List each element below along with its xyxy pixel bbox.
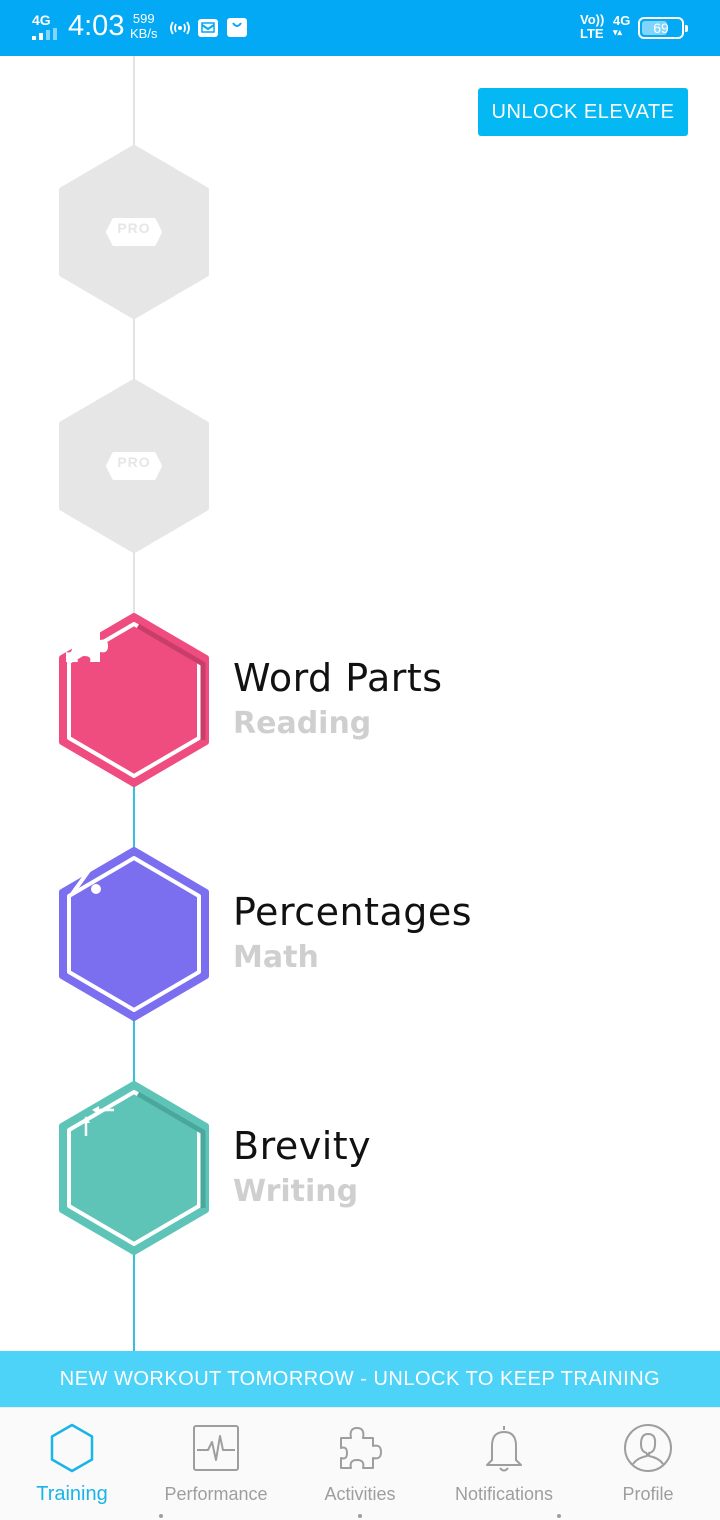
data-indicator: 4G ▾▴ [613, 14, 630, 37]
pulse-chart-icon [193, 1425, 239, 1471]
locked-activity[interactable]: PRO [56, 144, 212, 320]
activity-category: Writing [233, 1174, 359, 1209]
nav-label: Notifications [454, 1484, 554, 1504]
activity-brevity[interactable] [56, 1080, 212, 1256]
volte-indicator: Vo)) LTE [580, 13, 604, 41]
activity-title: Percentages [233, 890, 473, 934]
bell-icon [486, 1426, 522, 1472]
network-type: 4G [32, 12, 51, 28]
nav-label: Activities [324, 1484, 396, 1504]
person-icon [624, 1424, 672, 1472]
hotspot-icon [170, 21, 190, 35]
data-type: 4G [613, 13, 631, 28]
network-speed: 599 KB/s [130, 11, 157, 41]
unlock-banner[interactable]: NEW WORKOUT TOMORROW - UNLOCK TO KEEP TR… [0, 1351, 720, 1407]
signal-icon [32, 28, 57, 40]
speed-unit: KB/s [130, 26, 158, 41]
nav-dot [358, 1514, 362, 1518]
percent-icon [70, 856, 101, 896]
puzzle-icon [66, 624, 108, 662]
data-arrows-icon: ▾▴ [613, 27, 623, 37]
locked-activity[interactable]: PRO [56, 378, 212, 554]
compress-arrows-icon [58, 1084, 114, 1136]
hexagon-icon [50, 1423, 94, 1473]
activity-word-parts[interactable] [56, 612, 212, 788]
activity-category: Reading [233, 706, 372, 741]
activity-percentages[interactable] [56, 846, 212, 1022]
nav-label: Training [36, 1483, 108, 1505]
nav-label: Performance [164, 1484, 268, 1504]
speed-value: 599 [132, 11, 155, 26]
nav-notifications[interactable]: Notifications [432, 1408, 576, 1520]
status-bar: 4G 4:03 599 KB/s Vo)) LTE 4G ▾▴ 69 [0, 0, 720, 56]
nav-profile[interactable]: Profile [576, 1408, 720, 1520]
battery-level: 69 [653, 20, 669, 36]
unlock-elevate-button[interactable]: UNLOCK ELEVATE [478, 88, 688, 136]
nav-training[interactable]: Training [0, 1408, 144, 1520]
battery-icon: 69 [638, 17, 688, 39]
activity-title: Brevity [233, 1124, 372, 1168]
nav-performance[interactable]: Performance [144, 1408, 288, 1520]
activity-title: Word Parts [233, 656, 443, 700]
clock: 4:03 [68, 10, 125, 42]
nav-activities[interactable]: Activities [288, 1408, 432, 1520]
nav-dot [159, 1514, 163, 1518]
pro-badge: PRO [117, 220, 151, 236]
activity-category: Math [233, 940, 319, 975]
volte-top: Vo)) [580, 12, 605, 27]
mail-icon [198, 19, 218, 37]
bottom-nav: Training Performance Activities Notifica… [0, 1407, 720, 1520]
nav-label: Profile [622, 1484, 674, 1504]
puzzle-icon [340, 1427, 382, 1469]
nav-dot [557, 1514, 561, 1518]
shopping-bag-icon [227, 18, 247, 37]
pro-badge: PRO [117, 454, 151, 470]
battery-cap [685, 25, 688, 32]
volte-bottom: LTE [580, 26, 604, 41]
